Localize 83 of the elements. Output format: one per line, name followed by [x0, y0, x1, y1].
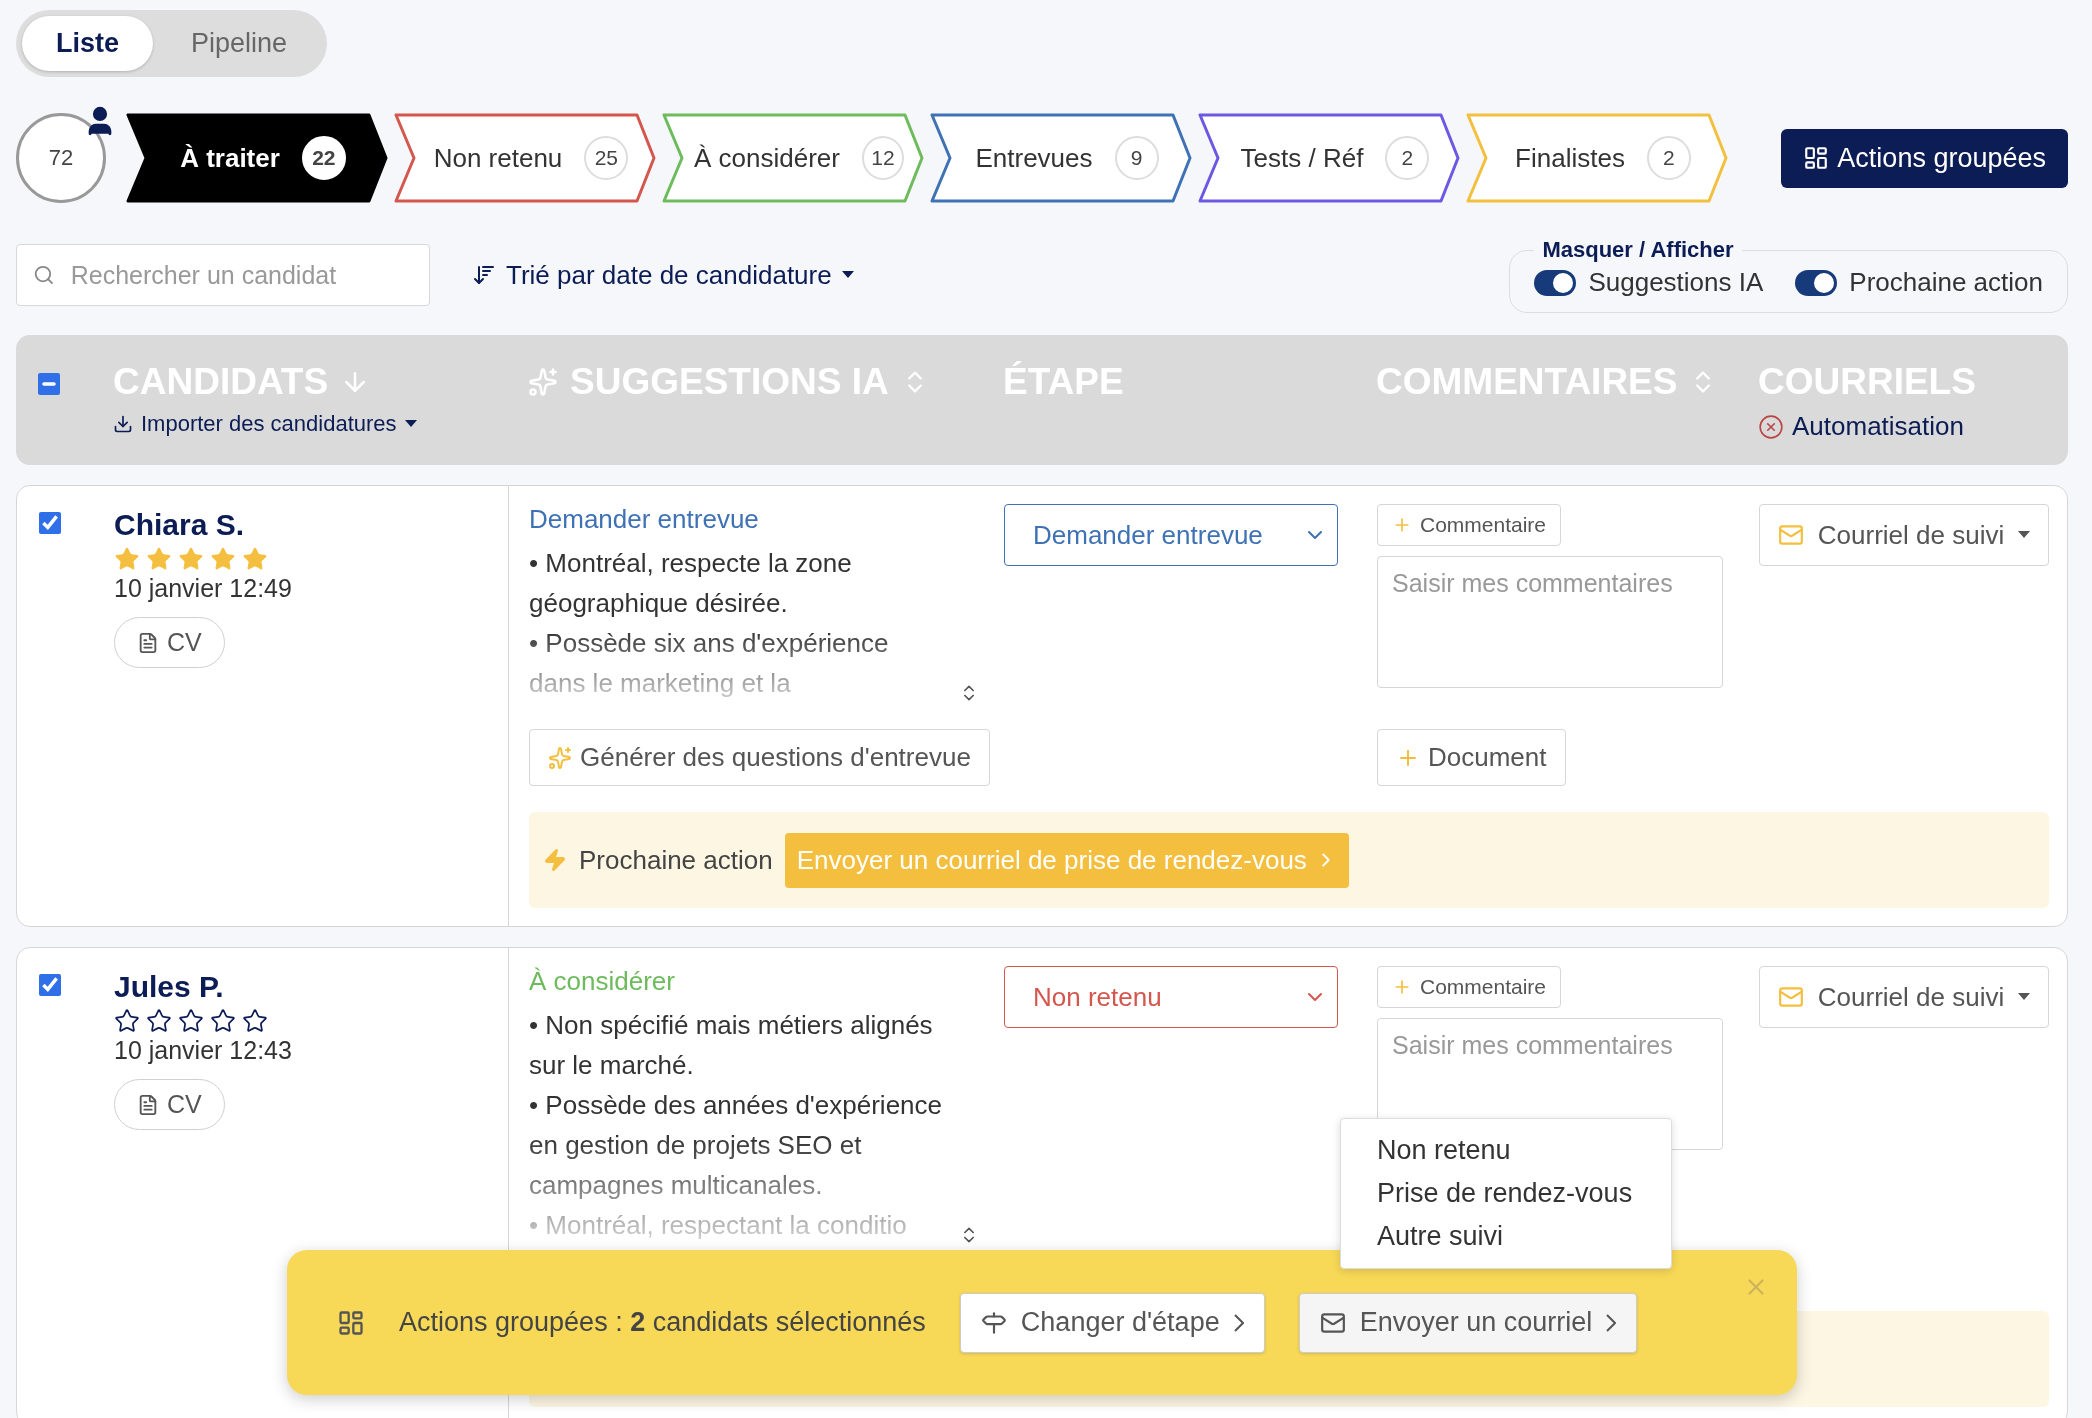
cv-button[interactable]: CV [114, 1079, 225, 1130]
star-rating[interactable] [114, 1008, 268, 1034]
add-comment-button[interactable]: Commentaire [1377, 966, 1562, 1008]
stage-select[interactable]: Demander entrevue [1004, 504, 1338, 566]
switch-track[interactable] [1534, 269, 1577, 296]
suggestion-text: • Montréal, respecte la zone géographique désirée. [529, 547, 853, 620]
view-tab[interactable]: Liste [22, 16, 154, 71]
mail-icon [1777, 522, 1804, 548]
menu-item[interactable]: Prise de rendez-vous [1341, 1172, 1671, 1215]
suggestion-text: • Possède six ans d'expérience dans le marketing et la [529, 627, 890, 700]
suggestion-text: • Montréal, respectant la conditio [529, 1209, 908, 1242]
stage-tab[interactable]: Non retenu 25 [392, 113, 656, 203]
automation-toggle[interactable]: Automatisation [1758, 411, 2068, 442]
search-input[interactable]: Rechercher un candidat [68, 259, 413, 291]
email-dropdown-button[interactable]: Courriel de suivi [1759, 504, 2049, 566]
grid-icon [337, 1308, 365, 1337]
chevron-right-icon [1233, 1313, 1244, 1332]
stage-tab[interactable]: Tests / Réf 2 [1196, 113, 1460, 203]
select-all-checkbox[interactable] [38, 373, 60, 395]
menu-item[interactable]: Autre suivi [1341, 1215, 1671, 1258]
caret-icon [2018, 993, 2031, 1001]
panel-legend: Masquer / Afficher [1534, 237, 1742, 263]
import-icon [113, 414, 133, 434]
x-circle-icon [1758, 413, 1784, 440]
import-button[interactable]: Importer des candidatures [113, 411, 528, 437]
caret-icon [841, 271, 854, 279]
document-icon [137, 631, 159, 654]
document-icon [137, 1093, 159, 1116]
bulk-actions-button[interactable]: Actions groupées [1781, 128, 2068, 188]
stage-tab[interactable]: Entrevues 9 [928, 113, 1192, 203]
application-date: 10 janvier 12:43 [114, 1036, 292, 1065]
cv-button[interactable]: CV [114, 617, 225, 668]
sort-button[interactable]: Trié par date de candidature [466, 258, 860, 292]
view-tab[interactable]: Pipeline [157, 16, 322, 71]
star-icon [210, 546, 236, 572]
chevron-right-icon [1606, 1313, 1617, 1332]
search-field[interactable]: Rechercher un candidat [16, 244, 430, 306]
star-icon [178, 546, 204, 572]
candidate-name[interactable]: Jules P. [114, 970, 224, 1004]
stage-tab[interactable]: À considérer 12 [660, 113, 924, 203]
row-checkbox[interactable] [39, 974, 61, 996]
toggle-switch[interactable]: Prochaine action [1795, 267, 2043, 298]
suggestion-label: À considérer [529, 966, 676, 997]
menu-item[interactable]: Non retenu [1341, 1129, 1671, 1172]
suggestion-text: • Possède des années d'expérience en gestion de projets SEO et campagnes multicanales. [529, 1089, 944, 1202]
star-icon [242, 546, 268, 572]
row-checkbox[interactable] [39, 512, 61, 534]
sparkle-icon [528, 367, 558, 397]
application-date: 10 janvier 12:49 [114, 574, 292, 603]
email-dropdown-button[interactable]: Courriel de suivi [1759, 966, 2049, 1028]
caret-icon [2018, 531, 2031, 539]
star-icon [114, 1008, 140, 1034]
generate-questions-button[interactable]: Générer des questions d'entrevue [529, 729, 990, 786]
comment-field[interactable]: Saisir mes commentaires [1377, 556, 1723, 688]
star-icon [178, 1008, 204, 1034]
suggestion-label: Demander entrevue [529, 504, 760, 535]
sort-icon [472, 263, 496, 287]
toggle-switch[interactable]: Suggestions IA [1534, 267, 1764, 298]
lightning-icon [543, 848, 567, 872]
stage-tab[interactable]: À traiter 22 [124, 113, 388, 203]
suggestion-text: • Non spécifié mais métiers alignés sur le marché. [529, 1009, 934, 1082]
sparkle-icon [548, 745, 572, 770]
signpost-icon [980, 1309, 1007, 1336]
stage-tab[interactable]: Finalistes 2 [1464, 113, 1728, 203]
search-icon [33, 263, 55, 287]
send-email-button[interactable]: Envoyer un courriel [1298, 1292, 1638, 1353]
star-icon [146, 546, 172, 572]
star-icon [242, 1008, 268, 1034]
change-stage-button[interactable]: Changer d'étape [959, 1292, 1265, 1353]
mail-icon [1777, 984, 1804, 1010]
stage-select[interactable]: Non retenu [1004, 966, 1338, 1028]
next-action-label: Prochaine action [579, 844, 773, 876]
star-icon [114, 546, 140, 572]
add-comment-button[interactable]: Commentaire [1377, 504, 1562, 546]
add-document-button[interactable]: Document [1377, 729, 1566, 786]
star-icon [210, 1008, 236, 1034]
caret-icon [404, 420, 417, 428]
star-rating[interactable] [114, 546, 268, 572]
grid-icon [1803, 145, 1830, 171]
star-icon [146, 1008, 172, 1034]
switch-track[interactable] [1795, 269, 1838, 296]
bulk-selection-text: Actions groupées : 2 candidats sélectionnés [399, 1307, 926, 1338]
candidate-name[interactable]: Chiara S. [114, 508, 245, 542]
